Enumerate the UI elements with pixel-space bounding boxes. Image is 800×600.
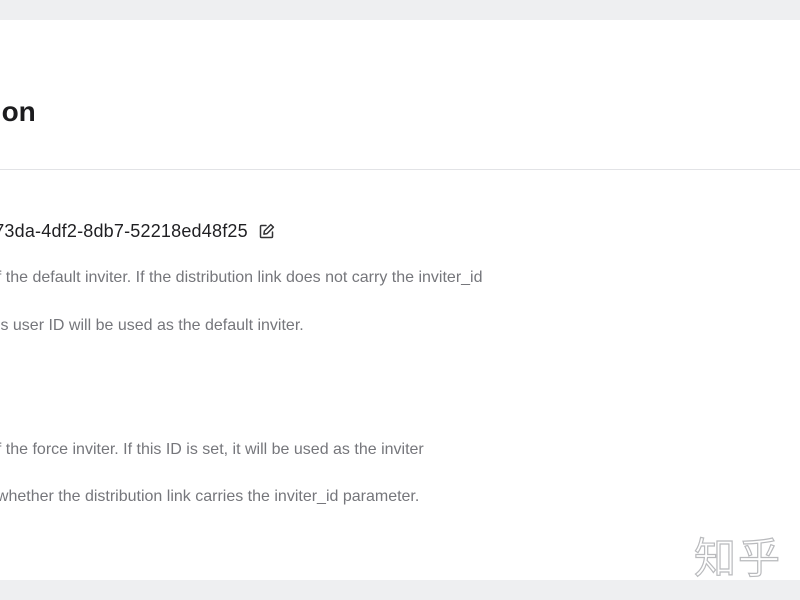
page-title: ration	[0, 96, 36, 127]
configuration-card: ration -73da-4df2-8db7-52218ed48f25 of t…	[0, 20, 800, 580]
default-inviter-description-line1: of the default inviter. If the distribut…	[0, 269, 483, 286]
edit-icon[interactable]	[258, 222, 276, 240]
default-inviter-id-row: -73da-4df2-8db7-52218ed48f25	[0, 218, 276, 244]
default-inviter-description-line2: his user ID will be used as the default …	[0, 317, 304, 334]
force-inviter-description-line2: f whether the distribution link carries …	[0, 488, 420, 505]
card-header: ration	[0, 20, 800, 170]
zhihu-watermark: 知乎	[693, 533, 783, 580]
page: ration -73da-4df2-8db7-52218ed48f25 of t…	[0, 0, 800, 600]
force-inviter-description-line1: of the force inviter. If this ID is set,…	[0, 441, 424, 458]
default-inviter-id-value: -73da-4df2-8db7-52218ed48f25	[0, 221, 248, 241]
